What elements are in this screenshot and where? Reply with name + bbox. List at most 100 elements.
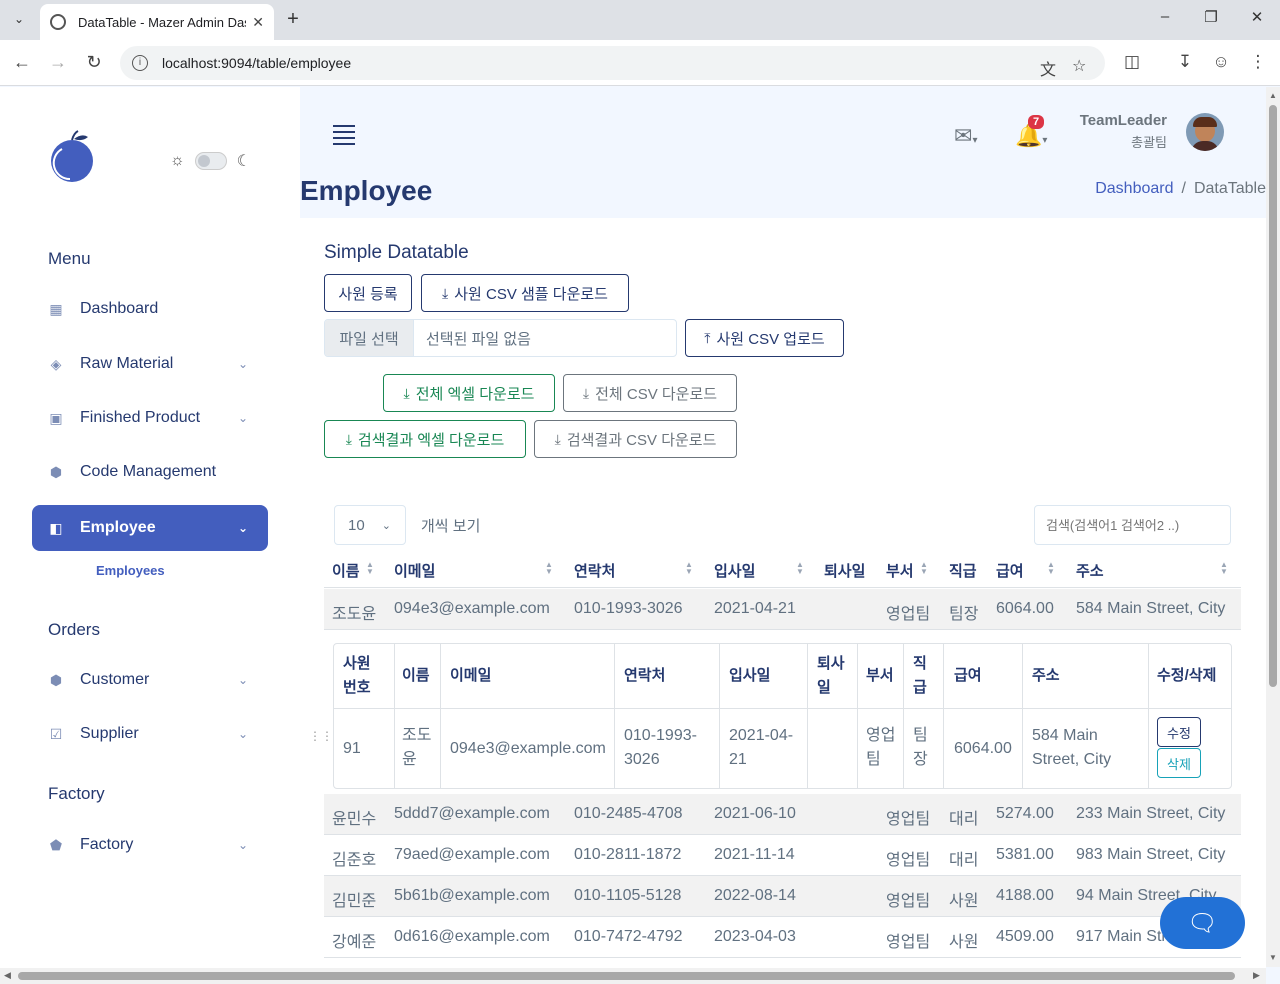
column-header-dept[interactable]: 부서 (886, 560, 914, 581)
table-row[interactable]: 강예준 0d616@example.com 010-7472-4792 2023… (324, 917, 1241, 958)
sidebar-item-raw-material[interactable]: ◈ Raw Material ⌄ (32, 341, 268, 387)
profile-icon[interactable]: ☺ (1209, 52, 1233, 72)
hamburger-menu-icon[interactable] (333, 125, 355, 145)
sidebar-item-code-management[interactable]: ⬢ Code Management (32, 449, 268, 495)
address-bar[interactable]: i localhost:9094/table/employee 文 ☆ (120, 46, 1105, 80)
column-header-name[interactable]: 이름 (332, 560, 360, 581)
restore-icon[interactable]: ❐ (1196, 8, 1226, 26)
delete-button[interactable]: 삭제 (1157, 748, 1201, 778)
per-page-select[interactable]: 10 ⌄ (334, 505, 406, 545)
browser-menu-icon[interactable]: ⋮ (1246, 52, 1270, 72)
file-input[interactable]: 파일 선택 선택된 파일 없음 (324, 319, 677, 357)
theme-switch[interactable] (194, 152, 227, 170)
back-icon[interactable]: ← (10, 52, 34, 73)
sidebar-item-finished-product[interactable]: ▣ Finished Product ⌄ (32, 395, 268, 441)
logo-icon[interactable] (48, 129, 96, 185)
tab-search-icon[interactable]: ⌄ (8, 8, 30, 30)
search-input[interactable] (1034, 505, 1231, 545)
close-window-icon[interactable]: ✕ (1242, 8, 1272, 26)
translate-icon[interactable]: 文 (1040, 56, 1056, 80)
sort-icon[interactable]: ▲ ▼ (1220, 561, 1228, 576)
mail-icon[interactable]: ✉▾ (954, 123, 977, 149)
table-row[interactable]: 김민준 5b61b@example.com 010-1105-5128 2022… (324, 876, 1241, 917)
minimize-icon[interactable]: – (1150, 8, 1180, 25)
vertical-scrollbar[interactable]: ▲ ▼ (1266, 87, 1280, 967)
edit-button[interactable]: 수정 (1157, 717, 1201, 747)
sidebar-item-dashboard[interactable]: ▦ Dashboard (32, 286, 268, 332)
chevron-down-icon: ⌄ (237, 727, 248, 741)
extensions-icon[interactable]: ◫ (1120, 52, 1144, 72)
register-employee-button[interactable]: 사원 등록 (324, 274, 412, 312)
chat-bubble-icon[interactable]: 🗨 (1160, 897, 1245, 949)
chevron-down-icon: ⌄ (237, 521, 248, 535)
browser-tab[interactable]: DataTable - Mazer Admin Das ✕ (40, 4, 274, 40)
upload-icon: ⤒ (704, 329, 711, 346)
scroll-up-icon[interactable]: ▲ (1269, 91, 1277, 100)
site-info-icon[interactable]: i (132, 55, 148, 71)
new-tab-icon[interactable]: + (282, 8, 304, 31)
scrollbar-thumb[interactable] (1269, 105, 1277, 687)
hexagon-icon: ⬢ (49, 671, 63, 688)
cell-name: 윤민수 (332, 811, 377, 828)
cell-email: 5ddd7@example.com (394, 805, 550, 822)
sort-icon[interactable]: ▲ ▼ (366, 561, 374, 576)
horizontal-scrollbar[interactable]: ◀ ▶ (0, 968, 1266, 984)
csv-sample-download-button[interactable]: ⤓ 사원 CSV 샘플 다운로드 (421, 274, 629, 312)
csv-search-download-button[interactable]: ⤓ 검색결과 CSV 다운로드 (534, 420, 737, 458)
cell-email: 5b61b@example.com (394, 887, 550, 904)
column-header-address[interactable]: 주소 (1076, 560, 1104, 581)
submenu-item-employees[interactable]: Employees (96, 563, 165, 578)
sidebar-item-supplier[interactable]: ☑ Supplier ⌄ (32, 711, 268, 757)
csv-all-download-button[interactable]: ⤓ 전체 CSV 다운로드 (563, 374, 737, 412)
scroll-down-icon[interactable]: ▼ (1269, 953, 1277, 962)
sort-icon[interactable]: ▲ ▼ (1047, 561, 1055, 576)
sort-icon[interactable]: ▲ ▼ (920, 561, 928, 576)
column-header-rank[interactable]: 직급 (949, 560, 977, 581)
csv-upload-button[interactable]: ⤒ 사원 CSV 업로드 (685, 319, 844, 357)
sort-icon[interactable]: ▲ ▼ (545, 561, 553, 576)
cell-hire-date: 2022-08-14 (714, 887, 796, 904)
cell-dept: 영업팀 (886, 934, 931, 951)
briefcase-icon: ▣ (49, 409, 63, 426)
table-row[interactable]: 윤민수 5ddd7@example.com 010-2485-4708 2021… (324, 794, 1241, 835)
downloads-icon[interactable]: ↧ (1173, 52, 1197, 72)
sort-icon[interactable]: ▲ ▼ (796, 561, 804, 576)
sidebar-item-customer[interactable]: ⬢ Customer ⌄ (32, 657, 268, 703)
close-tab-icon[interactable]: ✕ (252, 14, 264, 31)
table-row[interactable]: 조도윤 094e3@example.com 010-1993-3026 2021… (324, 589, 1241, 630)
column-header-email[interactable]: 이메일 (394, 560, 435, 581)
reload-icon[interactable]: ↻ (82, 52, 106, 73)
column-header-salary[interactable]: 급여 (996, 560, 1024, 581)
main-content: ✉▾ 🔔▾ 7 TeamLeader 총괄팀 Employee Dashboar… (300, 87, 1266, 984)
excel-all-label: 전체 엑셀 다운로드 (415, 385, 535, 403)
bookmark-star-icon[interactable]: ☆ (1072, 56, 1086, 76)
file-choose-button[interactable]: 파일 선택 (325, 320, 414, 356)
scroll-right-icon[interactable]: ▶ (1253, 970, 1260, 981)
theme-toggle: ☼ ☾ (170, 151, 251, 171)
breadcrumb-separator: / (1181, 180, 1186, 197)
column-header-hire-date[interactable]: 입사일 (714, 560, 755, 581)
per-page-value: 10 (348, 516, 365, 534)
column-header-leave-date[interactable]: 퇴사일 (824, 560, 865, 581)
breadcrumb-dashboard[interactable]: Dashboard (1095, 180, 1173, 198)
cell-salary: 5274.00 (996, 805, 1054, 822)
scroll-left-icon[interactable]: ◀ (4, 970, 11, 981)
detail-salary: 6064.00 (954, 740, 1012, 757)
scrollbar-thumb[interactable] (18, 972, 1235, 980)
cell-hire-date: 2023-04-03 (714, 928, 796, 945)
sort-icon[interactable]: ▲ ▼ (685, 561, 693, 576)
excel-all-download-button[interactable]: ⤓ 전체 엑셀 다운로드 (383, 374, 555, 412)
sidebar-item-employee[interactable]: ◧ Employee ⌄ (32, 505, 268, 551)
cell-rank: 팀장 (949, 606, 979, 623)
excel-search-download-button[interactable]: ⤓ 검색결과 엑셀 다운로드 (324, 420, 526, 458)
forward-icon[interactable]: → (46, 52, 70, 73)
column-header-phone[interactable]: 연락처 (574, 560, 615, 581)
cell-address: 584 Main Street, City (1076, 600, 1226, 617)
avatar[interactable] (1186, 113, 1224, 151)
table-row[interactable]: 김준호 79aed@example.com 010-2811-1872 2021… (324, 835, 1241, 876)
drag-handle-icon[interactable]: ⋮⋮ (309, 729, 333, 743)
user-name[interactable]: TeamLeader (1080, 112, 1167, 129)
cell-salary: 5381.00 (996, 846, 1054, 863)
sidebar-item-factory[interactable]: ⬟ Factory ⌄ (32, 822, 268, 868)
cell-salary: 6064.00 (996, 600, 1054, 617)
